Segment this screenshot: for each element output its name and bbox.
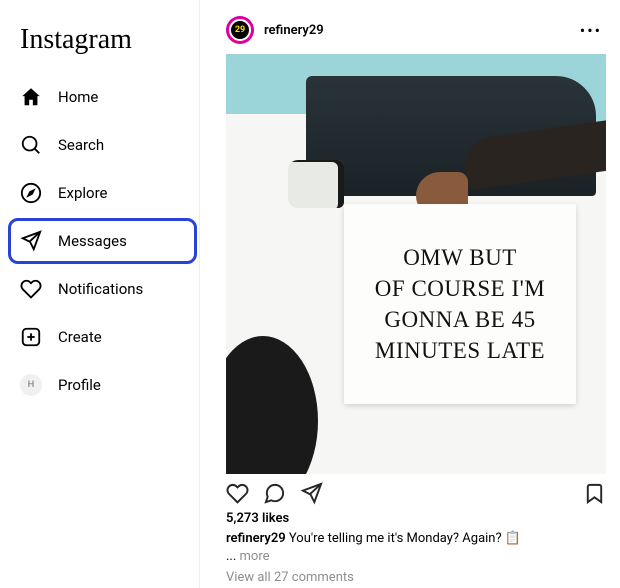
nav-label: Explore — [58, 184, 108, 202]
compass-icon — [20, 182, 42, 204]
nav-label: Profile — [58, 376, 101, 394]
caption-username[interactable]: refinery29 — [226, 531, 286, 546]
post-avatar[interactable]: 29 — [226, 16, 254, 44]
bookmark-button[interactable] — [583, 482, 606, 505]
post-header: 29 refinery29 ••• — [226, 10, 606, 54]
nav-label: Create — [58, 328, 102, 346]
nav-search[interactable]: Search — [10, 124, 195, 166]
avatar-text: 29 — [229, 19, 251, 41]
search-icon — [20, 134, 42, 156]
caption-ellipsis: ... — [226, 549, 240, 564]
sidebar: Instagram Home Search Explore Messages N… — [0, 0, 200, 588]
like-button[interactable] — [226, 482, 249, 505]
post: 29 refinery29 ••• OMW BUT OF COURSE I'M … — [226, 10, 606, 588]
nav-label: Messages — [58, 232, 127, 250]
nav-messages[interactable]: Messages — [10, 220, 195, 262]
sign-text: OMW BUT OF COURSE I'M GONNA BE 45 MINUTE… — [375, 242, 545, 366]
main-content: 29 refinery29 ••• OMW BUT OF COURSE I'M … — [200, 0, 620, 588]
logo[interactable]: Instagram — [10, 16, 195, 76]
heart-icon — [20, 278, 42, 300]
post-caption: refinery29 You're telling me it's Monday… — [226, 528, 606, 568]
home-icon — [20, 86, 42, 108]
post-more-button[interactable]: ••• — [576, 21, 606, 40]
post-username[interactable]: refinery29 — [264, 23, 566, 38]
send-icon — [20, 230, 42, 252]
nav-profile[interactable]: H Profile — [10, 364, 195, 406]
profile-avatar-icon: H — [20, 374, 42, 396]
post-actions — [226, 474, 606, 509]
comment-button[interactable] — [263, 482, 286, 505]
nav-label: Home — [58, 88, 98, 106]
image-mirror — [288, 160, 344, 208]
image-sign: OMW BUT OF COURSE I'M GONNA BE 45 MINUTE… — [344, 204, 576, 404]
caption-more[interactable]: more — [240, 549, 270, 564]
nav-home[interactable]: Home — [10, 76, 195, 118]
likes-count[interactable]: 5,273 likes — [226, 509, 606, 528]
nav-notifications[interactable]: Notifications — [10, 268, 195, 310]
plus-square-icon — [20, 326, 42, 348]
view-comments[interactable]: View all 27 comments — [226, 568, 606, 587]
nav-label: Search — [58, 136, 104, 154]
nav-label: Notifications — [58, 280, 143, 298]
caption-text: You're telling me it's Monday? Again? 📋 — [286, 531, 521, 546]
nav-explore[interactable]: Explore — [10, 172, 195, 214]
share-button[interactable] — [300, 482, 323, 505]
nav-create[interactable]: Create — [10, 316, 195, 358]
post-image[interactable]: OMW BUT OF COURSE I'M GONNA BE 45 MINUTE… — [226, 54, 606, 474]
nav: Home Search Explore Messages Notificatio… — [10, 76, 195, 406]
